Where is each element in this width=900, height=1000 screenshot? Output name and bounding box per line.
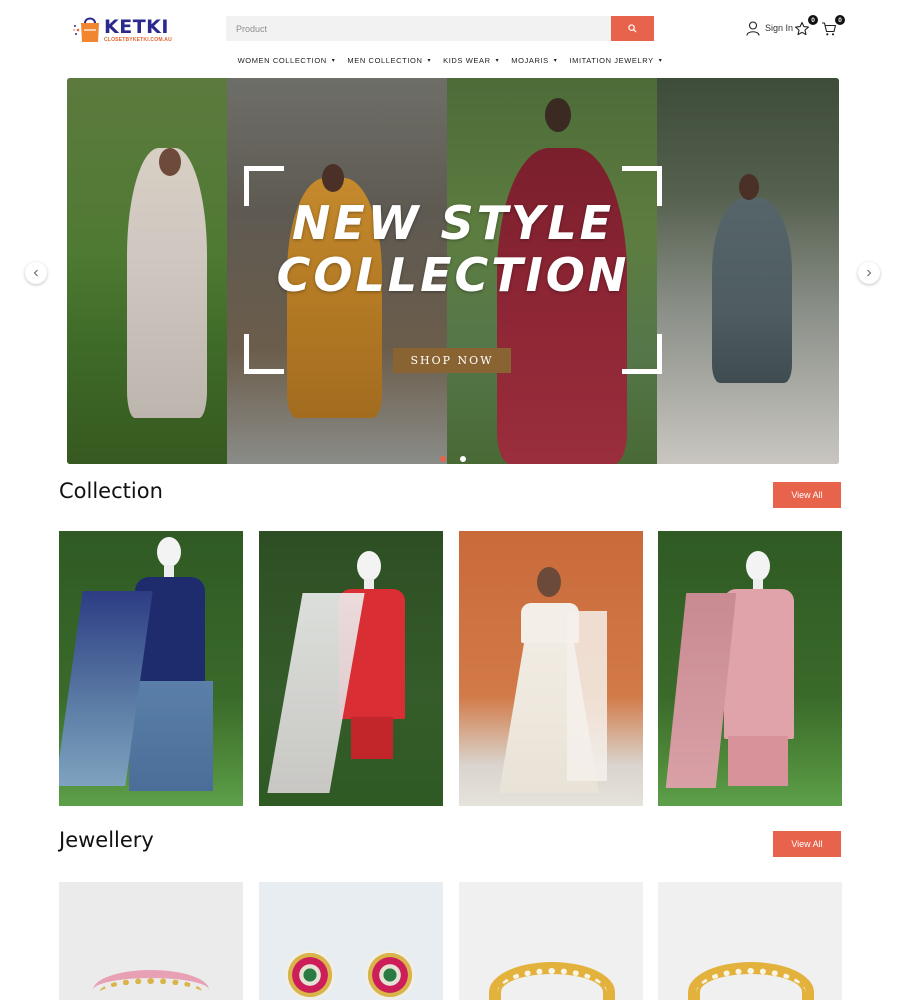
model-head xyxy=(537,567,561,597)
hero-banner[interactable]: NEW STYLE COLLECTION SHOP NOW xyxy=(67,78,839,464)
user-icon xyxy=(746,20,760,36)
product-card[interactable] xyxy=(658,531,842,806)
search-input[interactable] xyxy=(226,16,612,41)
slider-prev-button[interactable] xyxy=(25,262,47,284)
wishlist-button[interactable]: 0 xyxy=(794,15,818,38)
product-image-earring-right xyxy=(365,950,415,1000)
frame-corner xyxy=(244,334,284,374)
logo-wordmark: KETKI xyxy=(104,16,169,38)
star-icon xyxy=(795,21,809,36)
nav-item-men-collection[interactable]: MEN COLLECTION ▾ xyxy=(341,53,437,67)
dupatta xyxy=(567,611,607,781)
collection-view-all-button[interactable]: View All xyxy=(773,482,841,508)
product-card[interactable] xyxy=(459,531,643,806)
hero-title-line-2: COLLECTION xyxy=(276,248,630,302)
caret-down-icon: ▾ xyxy=(658,57,663,64)
pants xyxy=(351,717,393,759)
mannequin-head xyxy=(157,537,181,567)
product-image-red-kurta xyxy=(259,531,443,806)
caret-down-icon: ▾ xyxy=(553,57,558,64)
sign-in-label: Sign In xyxy=(765,23,794,33)
search-button[interactable] xyxy=(611,16,654,41)
product-card[interactable] xyxy=(259,531,443,806)
product-image-navy-sharara xyxy=(59,531,243,806)
site-header: KETKI CLOSETBYKETKI.COM.AU Sign In 0 xyxy=(0,0,900,50)
caret-down-icon: ▾ xyxy=(495,57,500,64)
main-navigation: WOMEN COLLECTION ▾ MEN COLLECTION ▾ KIDS W… xyxy=(0,53,900,67)
nav-item-label: MOJARIS xyxy=(511,55,549,65)
nav-item-kids-wear[interactable]: KIDS WEAR ▾ xyxy=(437,53,505,67)
sign-in-link[interactable]: Sign In xyxy=(746,20,793,36)
frame-corner xyxy=(622,334,662,374)
mannequin-head xyxy=(746,551,770,581)
model-head xyxy=(322,164,344,192)
shop-now-button[interactable]: SHOP NOW xyxy=(393,348,511,373)
jewellery-view-all-button[interactable]: View All xyxy=(773,831,841,857)
nav-item-label: KIDS WEAR xyxy=(443,55,491,65)
mannequin-head xyxy=(357,551,381,581)
model-head xyxy=(545,98,571,132)
search-bar xyxy=(226,16,654,41)
caret-down-icon: ▾ xyxy=(331,57,336,64)
kurta xyxy=(724,589,794,739)
cart-button[interactable]: 0 xyxy=(821,15,845,38)
chevron-right-icon xyxy=(867,269,872,277)
caret-down-icon: ▾ xyxy=(427,57,432,64)
dupatta xyxy=(665,593,737,788)
nav-item-women-collection[interactable]: WOMEN COLLECTION ▾ xyxy=(232,53,342,67)
nav-item-label: MEN COLLECTION xyxy=(347,55,423,65)
hero-title-line-1: NEW STYLE xyxy=(291,196,615,250)
sharara xyxy=(129,681,213,791)
product-image-earring-left xyxy=(285,950,335,1000)
shopping-bag-logo-icon xyxy=(73,17,99,42)
product-image-pink-suit xyxy=(658,531,842,806)
jewellery-heading: Jewellery xyxy=(59,828,154,852)
nav-item-mojaris[interactable]: MOJARIS ▾ xyxy=(505,53,563,67)
collection-heading: Collection xyxy=(59,479,163,503)
site-logo[interactable]: KETKI CLOSETBYKETKI.COM.AU xyxy=(72,12,172,46)
choker-beads xyxy=(99,978,203,1000)
nav-item-imitation-jewelry[interactable]: IMITATION JEWELRY ▾ xyxy=(563,53,668,67)
product-card[interactable] xyxy=(59,882,243,1000)
logo-tagline: CLOSETBYKETKI.COM.AU xyxy=(104,37,172,43)
wishlist-count-badge: 0 xyxy=(808,15,818,25)
slider-dots xyxy=(67,456,839,462)
product-card[interactable] xyxy=(658,882,842,1000)
chevron-left-icon xyxy=(33,269,38,277)
slider-next-button[interactable] xyxy=(858,262,880,284)
search-icon xyxy=(628,24,637,33)
product-card[interactable] xyxy=(59,531,243,806)
nav-item-label: WOMEN COLLECTION xyxy=(237,55,327,65)
cart-count-badge: 0 xyxy=(835,15,845,25)
product-image-ivory-lehenga xyxy=(459,531,643,806)
product-card[interactable] xyxy=(459,882,643,1000)
slider-dot-2[interactable] xyxy=(460,456,466,462)
nav-item-label: IMITATION JEWELRY xyxy=(569,55,654,65)
slider-dot-1[interactable] xyxy=(440,456,446,462)
palazzo xyxy=(728,736,788,786)
cart-icon xyxy=(822,22,837,36)
model-head xyxy=(159,148,181,176)
product-card[interactable] xyxy=(259,882,443,1000)
